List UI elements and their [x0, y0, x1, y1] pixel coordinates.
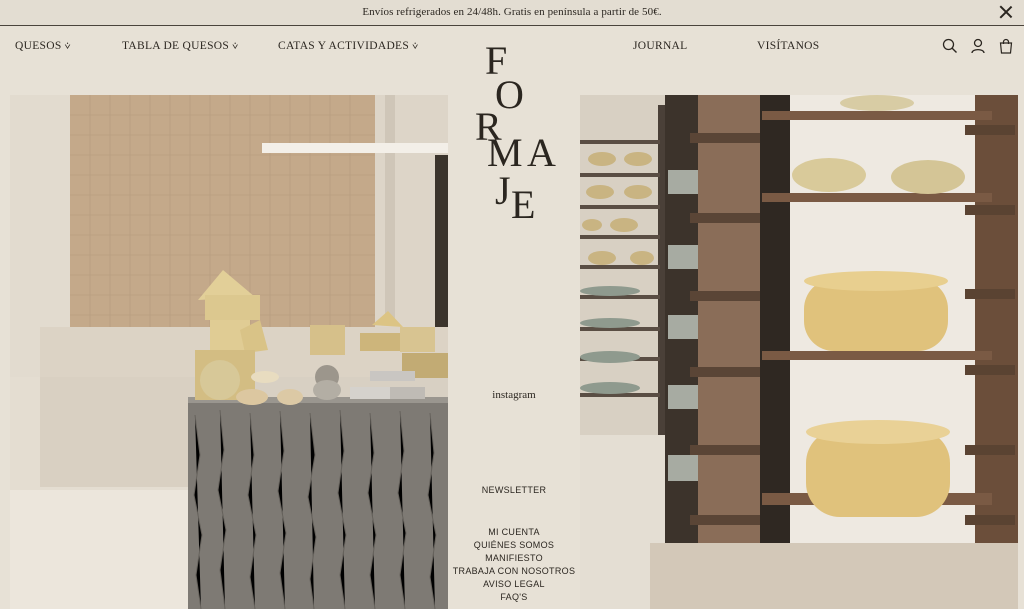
nav-visitanos-label: VISÍTANOS	[757, 40, 820, 52]
bag-icon[interactable]	[998, 38, 1014, 54]
nav-tabla-de-quesos[interactable]: TABLA DE QUESOS ⩒	[122, 40, 238, 52]
footer-link-trabaja-con-nosotros[interactable]: TRABAJA CON NOSOTROS	[448, 566, 580, 576]
header-icons	[942, 38, 1014, 54]
nav-visitanos[interactable]: VISÍTANOS	[757, 40, 819, 52]
footer-link-quienes-somos[interactable]: QUIÉNES SOMOS	[448, 540, 580, 550]
nav-catas[interactable]: CATAS Y ACTIVIDADES ⩒	[278, 40, 418, 52]
logo-letter: E	[511, 182, 535, 226]
nav-journal[interactable]: JOURNAL	[633, 40, 688, 52]
cheese-shelves-photo	[580, 95, 1018, 609]
search-icon[interactable]	[942, 38, 958, 54]
newsletter-link[interactable]: NEWSLETTER	[448, 485, 580, 495]
announcement-bar: Envíos refrigerados en 24/48h. Gratis en…	[0, 0, 1024, 26]
instagram-link[interactable]: instagram	[448, 389, 580, 401]
formaje-logo[interactable]: F O R M A J E	[473, 36, 563, 226]
nav-journal-label: JOURNAL	[633, 40, 688, 52]
logo-letter: J	[495, 168, 511, 213]
footer-link-mi-cuenta[interactable]: MI CUENTA	[448, 527, 580, 537]
footer-link-faqs[interactable]: FAQ'S	[448, 592, 580, 602]
chevron-down-icon: ⩒	[64, 41, 71, 52]
logo-letter: A	[527, 130, 556, 175]
footer-link-aviso-legal[interactable]: AVISO LEGAL	[448, 579, 580, 589]
close-icon[interactable]	[998, 4, 1014, 20]
nav-quesos-label: QUESOS	[15, 40, 62, 52]
footer-link-manifiesto[interactable]: MANIFIESTO	[448, 553, 580, 563]
shop-interior-photo	[10, 95, 448, 609]
nav-quesos[interactable]: QUESOS ⩒	[15, 40, 71, 52]
nav-catas-label: CATAS Y ACTIVIDADES	[278, 40, 410, 52]
chevron-down-icon: ⩒	[232, 41, 239, 52]
nav-tabla-label: TABLA DE QUESOS	[122, 40, 230, 52]
account-icon[interactable]	[970, 38, 986, 54]
chevron-down-icon: ⩒	[412, 41, 419, 52]
announcement-text: Envíos refrigerados en 24/48h. Gratis en…	[362, 6, 662, 18]
